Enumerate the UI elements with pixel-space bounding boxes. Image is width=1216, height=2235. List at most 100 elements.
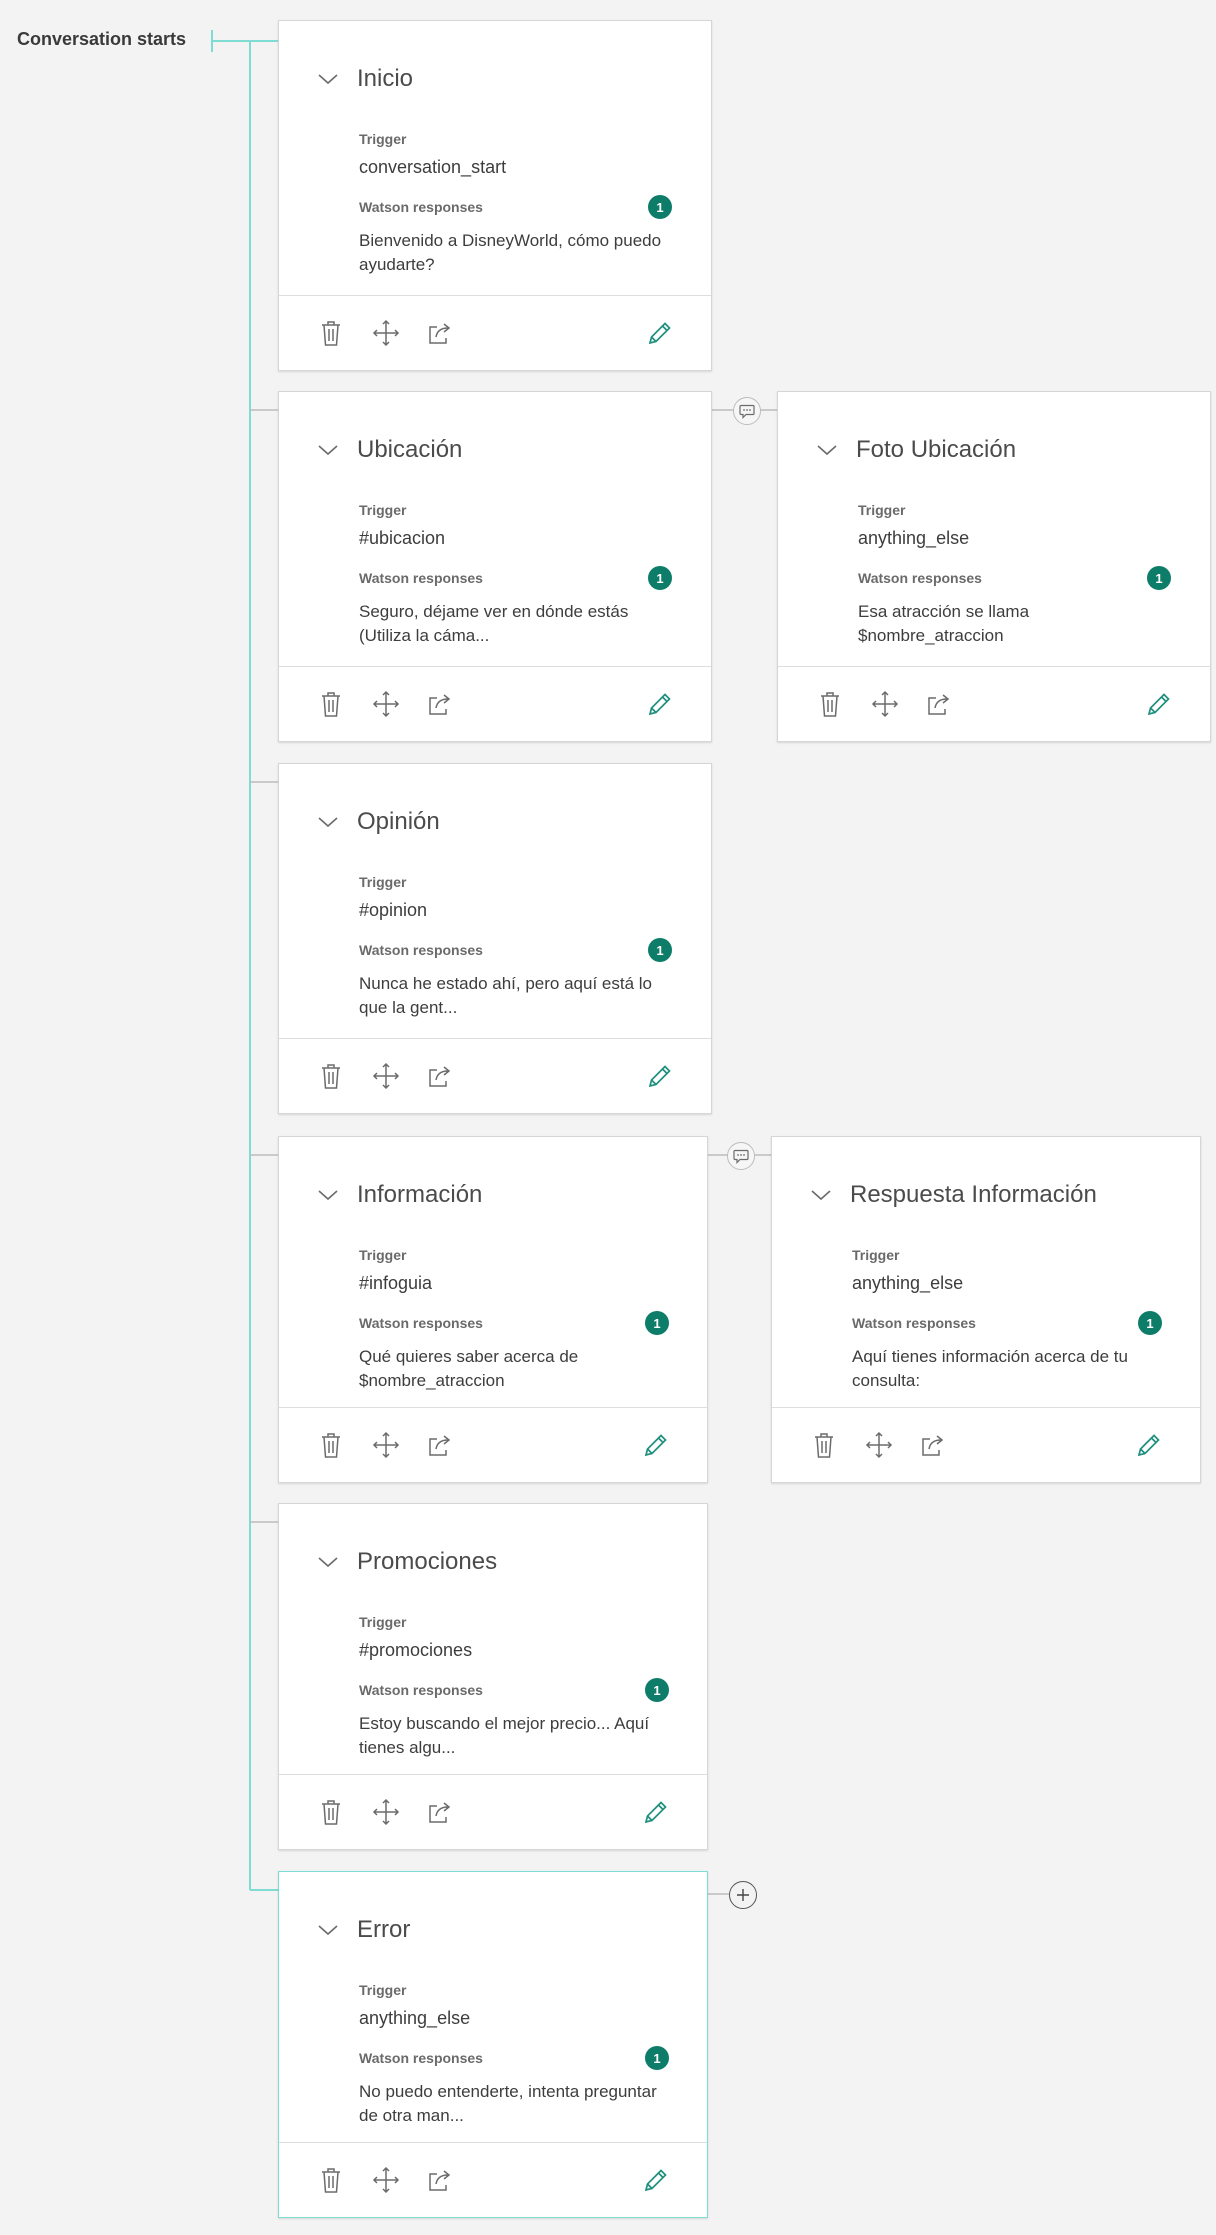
chevron-down-icon[interactable]: [317, 1188, 339, 1202]
move-button[interactable]: [864, 1430, 894, 1460]
watson-responses-label: Watson responses: [858, 570, 982, 586]
dialog-node-opinion[interactable]: Opinión Trigger #opinion Watson response…: [278, 763, 712, 1114]
chevron-down-icon[interactable]: [317, 1555, 339, 1569]
delete-button[interactable]: [316, 318, 346, 348]
response-count-badge: 1: [645, 1678, 669, 1702]
chevron-down-icon[interactable]: [816, 443, 838, 457]
jump-to-icon: [429, 1435, 451, 1456]
trash-icon: [322, 1800, 340, 1825]
edit-button[interactable]: [645, 318, 675, 348]
move-arrows-icon: [372, 2166, 400, 2194]
jump-to-button[interactable]: [426, 318, 456, 348]
trigger-value: #promociones: [359, 1640, 473, 1660]
node-title: Inicio: [357, 65, 414, 92]
trash-icon: [322, 2168, 340, 2193]
delete-button[interactable]: [316, 1797, 346, 1827]
chevron-down-icon[interactable]: [317, 815, 339, 829]
chevron-down-icon[interactable]: [317, 1923, 339, 1937]
trash-icon: [821, 692, 839, 717]
trigger-value: anything_else: [852, 1273, 964, 1293]
node-actions: [279, 666, 711, 741]
trigger-label: Trigger: [359, 1614, 407, 1630]
node-title: Ubicación: [357, 436, 463, 463]
dialog-node-promociones[interactable]: Promociones Trigger #promociones Watson …: [278, 1503, 708, 1850]
response-count-badge: 1: [1138, 1311, 1162, 1335]
move-button[interactable]: [371, 1430, 401, 1460]
move-button[interactable]: [371, 1797, 401, 1827]
move-button[interactable]: [371, 2165, 401, 2195]
jump-to-icon: [429, 694, 451, 715]
response-count-badge: 1: [645, 1311, 669, 1335]
edit-button[interactable]: [645, 1061, 675, 1091]
child-node-connector[interactable]: [727, 1142, 755, 1170]
response-preview: Estoy buscando el mejor precio... Aquí t…: [359, 1714, 650, 1757]
dialog-node-informacion[interactable]: Información Trigger #infoguia Watson res…: [278, 1136, 708, 1483]
trigger-value: anything_else: [359, 2008, 471, 2028]
jump-to-button[interactable]: [426, 1797, 456, 1827]
node-actions: [778, 666, 1210, 741]
trigger-label: Trigger: [359, 1982, 407, 1998]
dialog-node-error[interactable]: Error Trigger anything_else Watson respo…: [278, 1871, 708, 2218]
trigger-label: Trigger: [359, 131, 407, 147]
move-button[interactable]: [870, 689, 900, 719]
move-arrows-icon: [865, 1431, 893, 1459]
response-count-badge: 1: [648, 195, 672, 219]
delete-button[interactable]: [316, 2165, 346, 2195]
edit-button[interactable]: [1144, 689, 1174, 719]
dialog-node-inicio[interactable]: Inicio Trigger conversation_start Watson…: [278, 20, 712, 371]
dialog-node-ubicacion[interactable]: Ubicación Trigger #ubicacion Watson resp…: [278, 391, 712, 742]
move-button[interactable]: [371, 318, 401, 348]
jump-to-icon: [429, 1802, 451, 1823]
move-arrows-icon: [372, 1431, 400, 1459]
delete-button[interactable]: [316, 1430, 346, 1460]
edit-button[interactable]: [1134, 1430, 1164, 1460]
watson-responses-label: Watson responses: [359, 942, 483, 958]
response-preview: Aquí tienes información acerca de tu con…: [852, 1347, 1128, 1390]
chat-bubble-icon: [733, 1149, 749, 1164]
jump-to-button[interactable]: [919, 1430, 949, 1460]
jump-to-icon: [429, 323, 451, 344]
trigger-value: conversation_start: [359, 157, 507, 177]
response-preview: Qué quieres saber acerca de $nombre_atra…: [359, 1347, 579, 1390]
move-button[interactable]: [371, 689, 401, 719]
jump-to-button[interactable]: [426, 2165, 456, 2195]
edit-button[interactable]: [641, 2165, 671, 2195]
response-count-badge: 1: [648, 566, 672, 590]
trigger-label: Trigger: [359, 874, 407, 890]
pencil-icon: [644, 1801, 667, 1824]
chevron-down-icon[interactable]: [810, 1188, 832, 1202]
move-arrows-icon: [372, 1062, 400, 1090]
delete-button[interactable]: [316, 689, 346, 719]
trigger-value: #ubicacion: [359, 528, 446, 548]
move-button[interactable]: [371, 1061, 401, 1091]
chevron-down-icon[interactable]: [317, 72, 339, 86]
dialog-node-foto-ubicacion[interactable]: Foto Ubicación Trigger anything_else Wat…: [777, 391, 1211, 742]
add-child-node-button[interactable]: [729, 1881, 757, 1909]
chat-bubble-icon: [739, 404, 755, 419]
pencil-icon: [648, 693, 671, 716]
edit-button[interactable]: [641, 1797, 671, 1827]
pencil-icon: [648, 322, 671, 345]
delete-button[interactable]: [815, 689, 845, 719]
delete-button[interactable]: [809, 1430, 839, 1460]
pencil-icon: [1147, 693, 1170, 716]
watson-responses-label: Watson responses: [359, 570, 483, 586]
jump-to-button[interactable]: [426, 1061, 456, 1091]
chevron-down-icon[interactable]: [317, 443, 339, 457]
conversation-starts-label: Conversation starts: [17, 29, 187, 49]
node-actions: [279, 2142, 707, 2217]
trash-icon: [322, 1064, 340, 1089]
jump-to-button[interactable]: [925, 689, 955, 719]
jump-to-button[interactable]: [426, 1430, 456, 1460]
delete-button[interactable]: [316, 1061, 346, 1091]
child-node-connector[interactable]: [733, 397, 761, 425]
trigger-label: Trigger: [858, 502, 906, 518]
dialog-node-respuesta-informacion[interactable]: Respuesta Información Trigger anything_e…: [771, 1136, 1201, 1483]
response-count-badge: 1: [1147, 566, 1171, 590]
move-arrows-icon: [372, 1798, 400, 1826]
edit-button[interactable]: [641, 1430, 671, 1460]
pencil-icon: [644, 2169, 667, 2192]
jump-to-button[interactable]: [426, 689, 456, 719]
edit-button[interactable]: [645, 689, 675, 719]
node-actions: [772, 1407, 1200, 1482]
